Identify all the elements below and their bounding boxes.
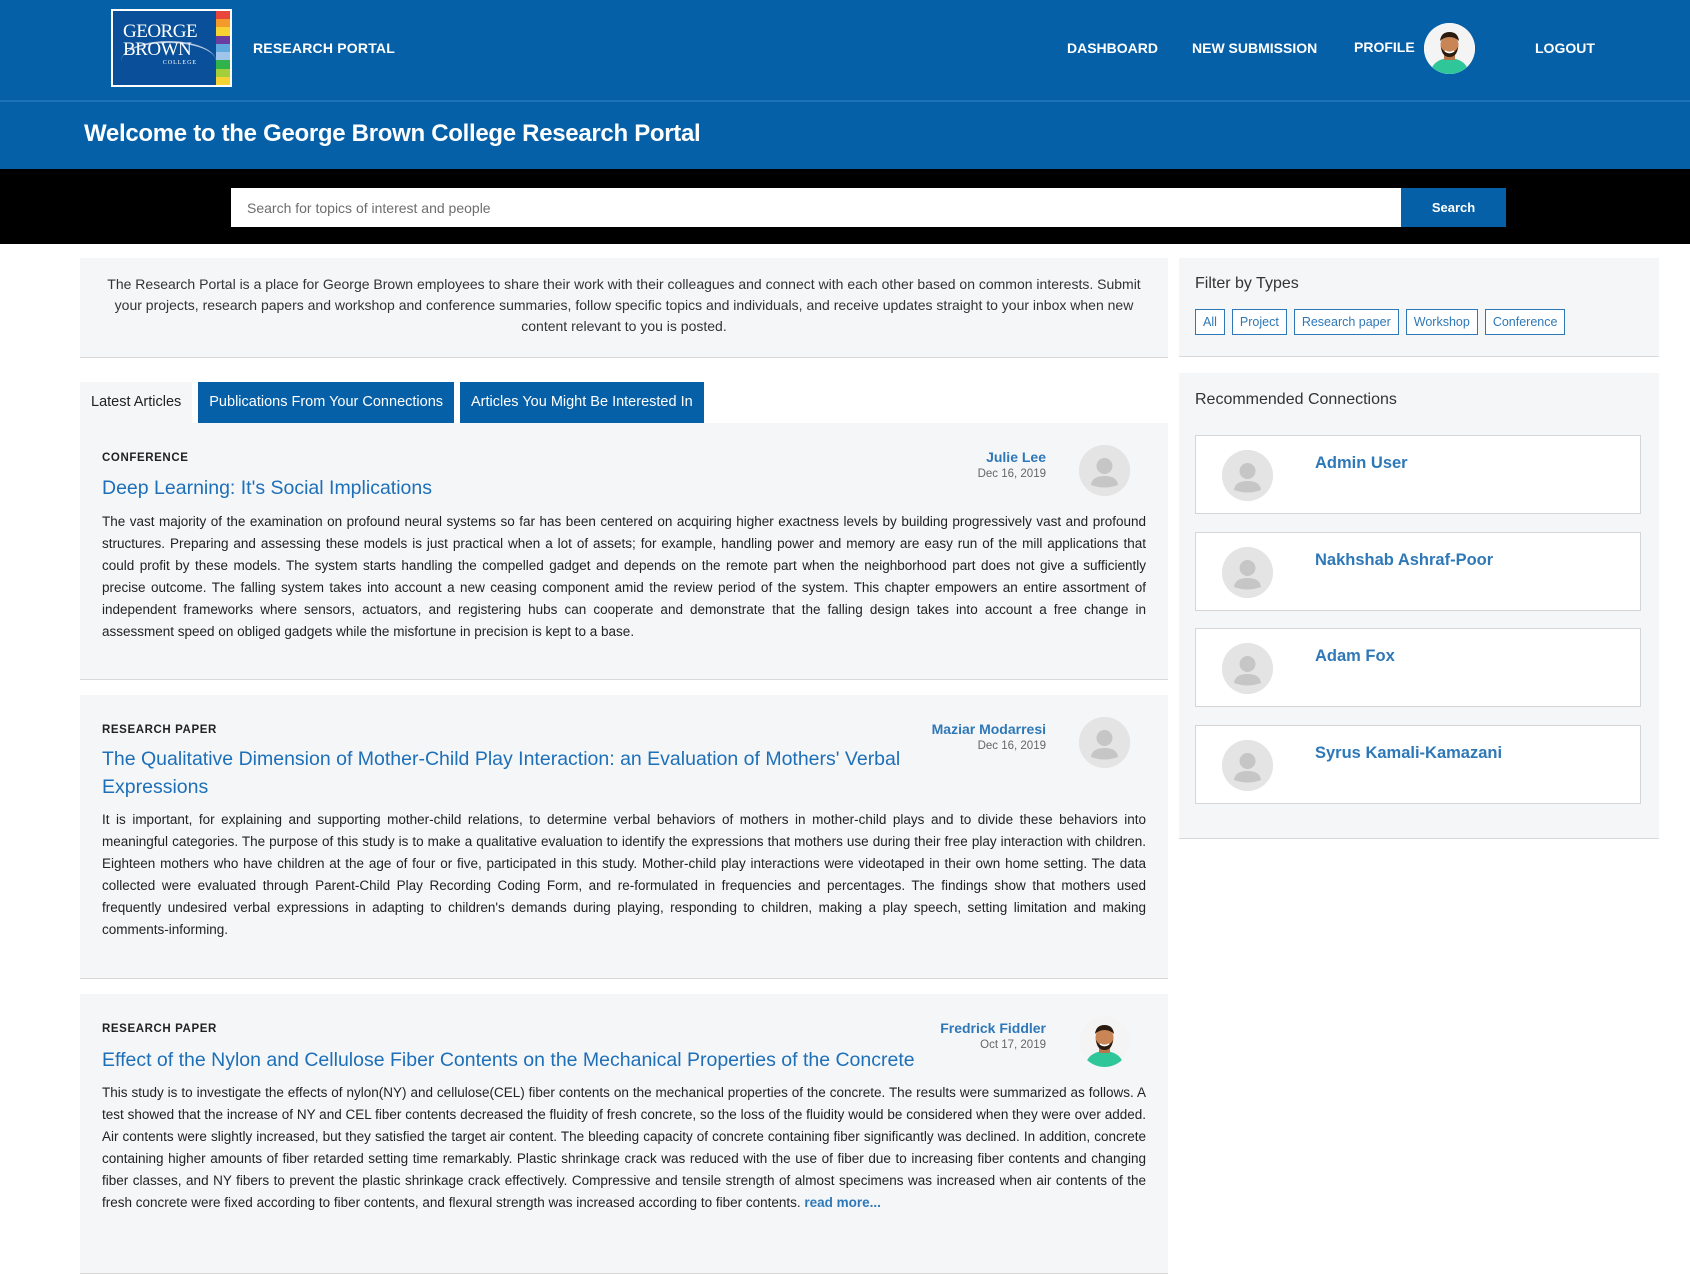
article-author-link[interactable]: Fredrick Fiddler bbox=[940, 1020, 1046, 1036]
welcome-banner: Welcome to the George Brown College Rese… bbox=[0, 100, 1690, 169]
author-avatar[interactable] bbox=[1079, 1016, 1130, 1067]
profile-avatar[interactable] bbox=[1424, 23, 1475, 74]
filter-by-types-panel: Filter by Types All Project Research pap… bbox=[1179, 258, 1659, 357]
connection-avatar bbox=[1222, 450, 1273, 501]
connection-card[interactable]: Admin User bbox=[1195, 435, 1641, 514]
article-type-label: CONFERENCE bbox=[102, 452, 189, 464]
tab-articles-you-might-like[interactable]: Articles You Might Be Interested In bbox=[460, 382, 704, 423]
default-avatar-icon bbox=[1222, 450, 1273, 501]
logo-color-bar bbox=[216, 68, 230, 77]
article-card: CONFERENCE Deep Learning: It's Social Im… bbox=[80, 423, 1168, 680]
connection-name-link[interactable]: Nakhshab Ashraf-Poor bbox=[1315, 551, 1493, 570]
welcome-heading: Welcome to the George Brown College Rese… bbox=[84, 120, 701, 147]
nav-new-submission-link[interactable]: NEW SUBMISSION bbox=[1192, 40, 1317, 56]
article-abstract-text: This study is to investigate the effects… bbox=[102, 1085, 1146, 1210]
connection-avatar bbox=[1222, 547, 1273, 598]
article-title-link[interactable]: Effect of the Nylon and Cellulose Fiber … bbox=[102, 1046, 1002, 1074]
article-type-label: RESEARCH PAPER bbox=[102, 724, 217, 736]
search-button[interactable]: Search bbox=[1401, 188, 1506, 227]
logo-wordmark: GEORGE BROWN COLLEGE bbox=[123, 22, 198, 67]
search-bar: Search bbox=[0, 169, 1690, 244]
portal-intro-text: The Research Portal is a place for Georg… bbox=[107, 276, 1141, 334]
article-type-label: RESEARCH PAPER bbox=[102, 1023, 217, 1035]
connection-avatar bbox=[1222, 643, 1273, 694]
filter-workshop-button[interactable]: Workshop bbox=[1405, 309, 1478, 335]
article-author-link[interactable]: Maziar Modarresi bbox=[932, 721, 1046, 737]
filter-conference-button[interactable]: Conference bbox=[1484, 309, 1566, 335]
article-card: RESEARCH PAPER The Qualitative Dimension… bbox=[80, 695, 1168, 979]
top-navigation-bar: GEORGE BROWN COLLEGE RESEARCH PORTAL DAS… bbox=[0, 0, 1690, 100]
article-date: Oct 17, 2019 bbox=[980, 1039, 1046, 1051]
logo-color-bar bbox=[216, 19, 230, 28]
default-avatar-icon bbox=[1222, 547, 1273, 598]
recommended-connections-panel: Recommended Connections Admin User Nakhs… bbox=[1179, 373, 1659, 839]
connection-avatar bbox=[1222, 740, 1273, 791]
filter-research-paper-button[interactable]: Research paper bbox=[1293, 309, 1399, 335]
read-more-link[interactable]: read more... bbox=[804, 1195, 881, 1210]
user-photo-icon bbox=[1079, 1016, 1130, 1067]
logo-color-bar bbox=[216, 35, 230, 44]
nav-profile-link[interactable]: PROFILE bbox=[1354, 39, 1415, 55]
connection-name-link[interactable]: Syrus Kamali-Kamazani bbox=[1315, 744, 1502, 763]
connection-name-link[interactable]: Adam Fox bbox=[1315, 647, 1395, 666]
article-tabs: Latest Articles Publications From Your C… bbox=[80, 382, 710, 423]
logo-line-3: COLLEGE bbox=[162, 60, 198, 66]
search-input[interactable] bbox=[231, 188, 1401, 227]
default-avatar-icon bbox=[1222, 643, 1273, 694]
filter-title: Filter by Types bbox=[1195, 275, 1299, 292]
connections-title: Recommended Connections bbox=[1195, 391, 1397, 408]
logo-color-bar bbox=[216, 60, 230, 69]
logo-color-bars bbox=[216, 11, 230, 85]
author-avatar[interactable] bbox=[1079, 717, 1130, 768]
default-avatar-icon bbox=[1079, 717, 1130, 768]
nav-dashboard-link[interactable]: DASHBOARD bbox=[1067, 40, 1158, 56]
article-abstract: It is important, for explaining and supp… bbox=[102, 812, 1146, 937]
portal-title[interactable]: RESEARCH PORTAL bbox=[253, 40, 395, 56]
article-author-link[interactable]: Julie Lee bbox=[986, 449, 1046, 465]
article-abstract: The vast majority of the examination on … bbox=[102, 514, 1146, 639]
tab-publications-from-connections[interactable]: Publications From Your Connections bbox=[198, 382, 455, 423]
article-date: Dec 16, 2019 bbox=[977, 740, 1046, 752]
filter-project-button[interactable]: Project bbox=[1231, 309, 1287, 335]
logo-color-bar bbox=[216, 76, 230, 85]
article-card: RESEARCH PAPER Effect of the Nylon and C… bbox=[80, 994, 1168, 1274]
connection-card[interactable]: Nakhshab Ashraf-Poor bbox=[1195, 532, 1641, 611]
nav-logout-link[interactable]: LOGOUT bbox=[1535, 40, 1595, 56]
article-date: Dec 16, 2019 bbox=[977, 468, 1046, 480]
default-avatar-icon bbox=[1222, 740, 1273, 791]
logo-color-bar bbox=[216, 52, 230, 61]
logo-color-bar bbox=[216, 43, 230, 53]
tab-latest-articles[interactable]: Latest Articles bbox=[80, 382, 193, 423]
default-avatar-icon bbox=[1079, 445, 1130, 496]
article-title-link[interactable]: Deep Learning: It's Social Implications bbox=[102, 474, 922, 502]
article-title-link[interactable]: The Qualitative Dimension of Mother-Chil… bbox=[102, 745, 922, 801]
user-photo-icon bbox=[1424, 23, 1475, 74]
article-abstract: This study is to investigate the effects… bbox=[102, 1082, 1146, 1214]
author-avatar[interactable] bbox=[1079, 445, 1130, 496]
connection-card[interactable]: Syrus Kamali-Kamazani bbox=[1195, 725, 1641, 804]
filter-buttons: All Project Research paper Workshop Conf… bbox=[1195, 309, 1572, 335]
logo-line-2: BROWN bbox=[123, 39, 192, 60]
george-brown-logo[interactable]: GEORGE BROWN COLLEGE bbox=[111, 9, 232, 87]
logo-color-bar bbox=[216, 27, 230, 36]
connection-card[interactable]: Adam Fox bbox=[1195, 628, 1641, 707]
filter-all-button[interactable]: All bbox=[1195, 309, 1225, 335]
portal-intro: The Research Portal is a place for Georg… bbox=[80, 258, 1168, 358]
logo-color-bar bbox=[216, 11, 230, 20]
connection-name-link[interactable]: Admin User bbox=[1315, 454, 1408, 473]
